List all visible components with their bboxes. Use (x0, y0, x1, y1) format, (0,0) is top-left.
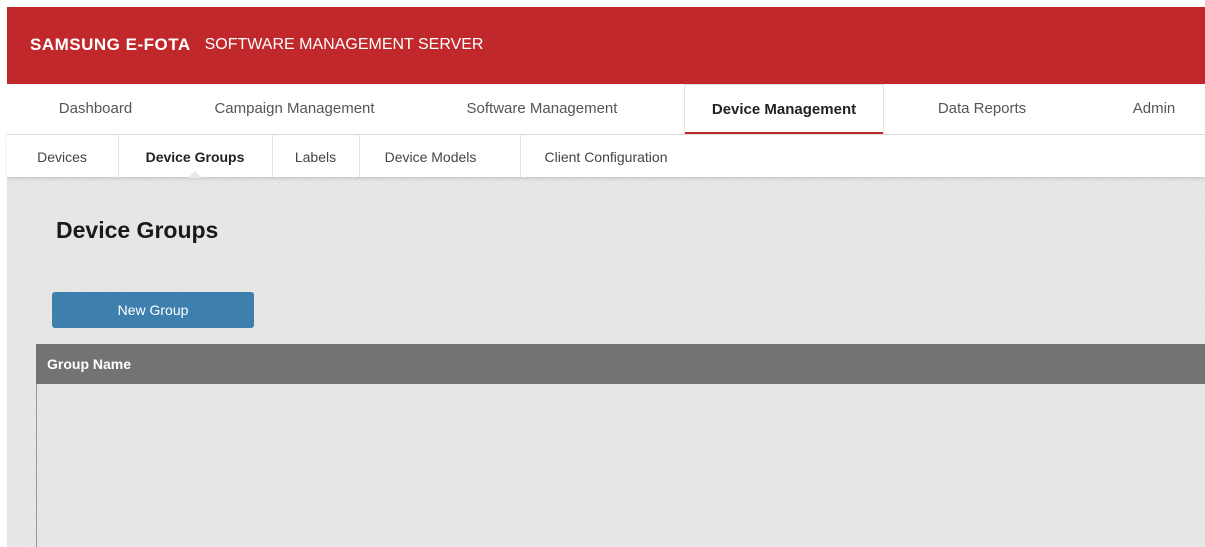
main-tab-dashboard[interactable]: Dashboard (27, 84, 164, 134)
sub-tab-labels[interactable]: Labels (273, 135, 358, 177)
sub-nav: Devices Device Groups Labels Device Mode… (7, 135, 1205, 178)
sub-tab-device-models[interactable]: Device Models (360, 135, 501, 177)
sub-tab-device-groups[interactable]: Device Groups (119, 135, 271, 178)
main-tab-software-management[interactable]: Software Management (447, 84, 637, 134)
active-tab-caret (188, 171, 202, 178)
sub-tab-devices[interactable]: Devices (21, 135, 103, 177)
main-content: Device Groups New Group Group Name (7, 177, 1205, 547)
main-tab-campaign-management[interactable]: Campaign Management (197, 84, 392, 134)
main-tab-device-management[interactable]: Device Management (684, 84, 884, 134)
sub-tab-client-configuration[interactable]: Client Configuration (521, 135, 691, 177)
table-header: Group Name (36, 344, 1205, 384)
page-title: Device Groups (56, 217, 219, 243)
main-tab-data-reports[interactable]: Data Reports (922, 84, 1042, 134)
brand-logo[interactable]: SAMSUNG E-FOTA (30, 35, 191, 55)
groups-table: Group Name (36, 344, 1205, 547)
app-subtitle: SOFTWARE MANAGEMENT SERVER (204, 35, 484, 53)
main-tab-admin[interactable]: Admin (1114, 84, 1194, 134)
app-window: SAMSUNG E-FOTA SOFTWARE MANAGEMENT SERVE… (0, 0, 1205, 547)
top-header: SAMSUNG E-FOTA SOFTWARE MANAGEMENT SERVE… (7, 7, 1205, 84)
column-header-group-name[interactable]: Group Name (47, 344, 131, 384)
new-group-button[interactable]: New Group (52, 292, 254, 328)
sub-tab-device-groups-label: Device Groups (145, 149, 245, 165)
main-nav: Dashboard Campaign Management Software M… (7, 84, 1205, 135)
